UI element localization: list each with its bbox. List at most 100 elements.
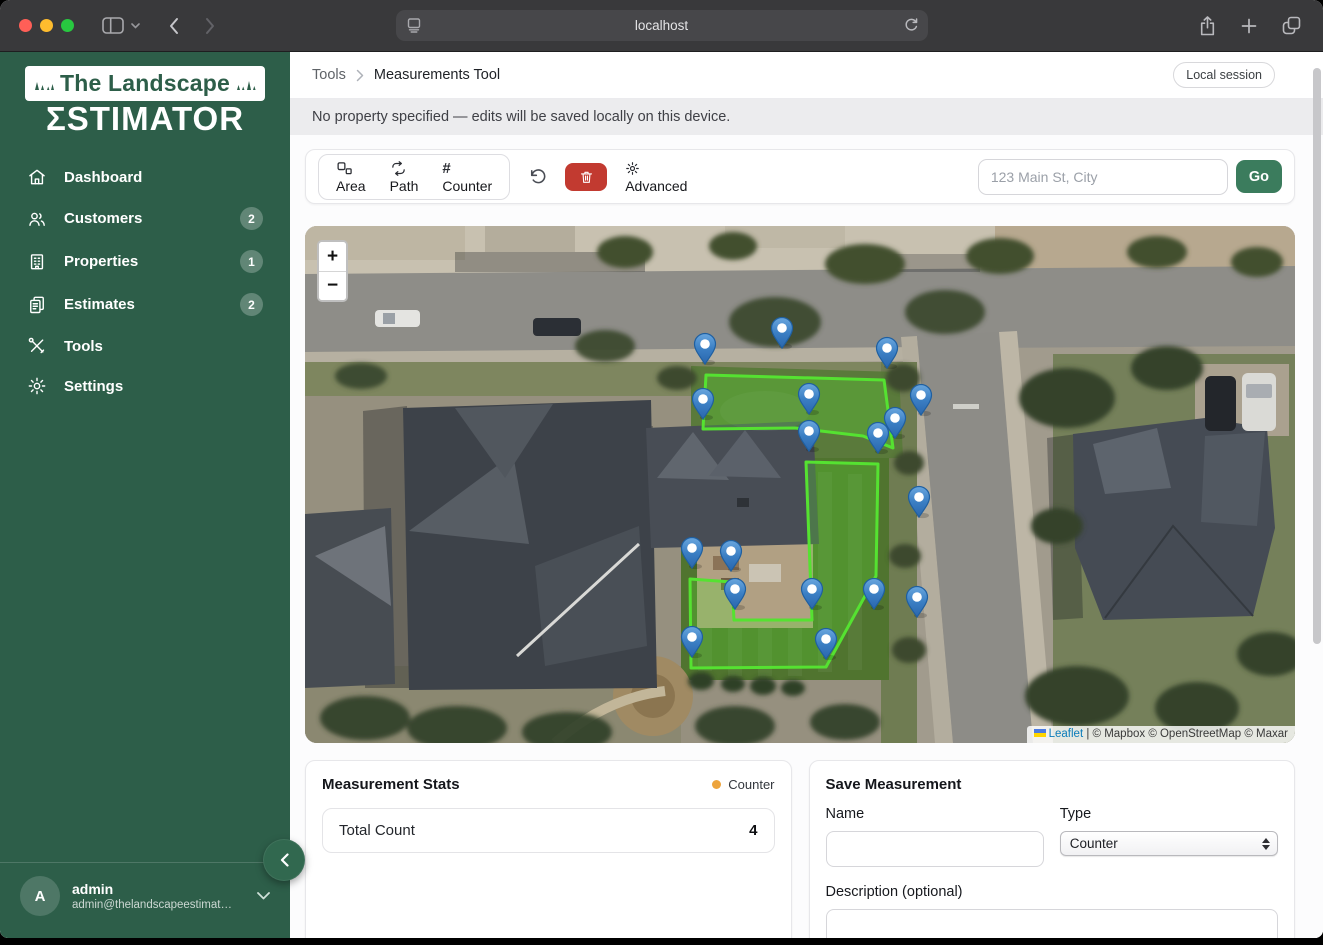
sidebar-item-label: Customers (64, 210, 142, 227)
gear-icon (27, 376, 47, 396)
trash-icon (579, 169, 594, 185)
user-menu[interactable]: A admin admin@thelandscapeestimat… (0, 862, 290, 938)
map-satellite-scene[interactable] (305, 226, 1295, 743)
sidebar-item-dashboard[interactable]: Dashboard (0, 157, 290, 197)
tools-icon (27, 336, 47, 356)
browser-window: localhost The Landscape ΣS (0, 0, 1323, 938)
new-tab-icon[interactable] (1241, 18, 1257, 34)
browser-chrome: localhost (0, 0, 1323, 52)
total-count-row: Total Count 4 (322, 808, 775, 853)
select-stepper-icon (1259, 838, 1273, 850)
logo-line1: The Landscape (60, 70, 230, 97)
advanced-button[interactable]: Advanced (625, 160, 687, 194)
tab-overview-icon[interactable] (1282, 16, 1301, 35)
stat-value: 4 (749, 822, 757, 839)
ukraine-flag-icon (1034, 729, 1046, 737)
measurement-stats-panel: Measurement Stats Counter Total Count 4 (305, 760, 792, 938)
type-label: Type (1060, 806, 1278, 822)
description-field[interactable] (826, 909, 1279, 938)
page-title: Measurements Tool (374, 67, 500, 83)
sidebar-item-label: Dashboard (64, 169, 142, 186)
type-select[interactable]: Counter (1060, 831, 1278, 856)
logo-trees-left-icon (33, 77, 55, 91)
local-save-notice: No property specified — edits will be sa… (290, 99, 1323, 135)
counter-legend-label: Counter (728, 777, 774, 792)
chevron-left-icon (280, 853, 289, 867)
address-search-input[interactable] (978, 159, 1228, 195)
counter-legend: Counter (712, 777, 774, 792)
maximize-window-button[interactable] (61, 19, 74, 32)
save-title: Save Measurement (826, 776, 962, 793)
path-tool-button[interactable]: Path (378, 158, 431, 196)
chevron-right-icon (356, 69, 364, 82)
back-icon[interactable] (168, 17, 179, 35)
stats-title: Measurement Stats (322, 776, 460, 793)
users-icon (27, 209, 47, 229)
share-icon[interactable] (1199, 16, 1216, 36)
undo-button[interactable] (528, 167, 548, 187)
stat-label: Total Count (339, 822, 415, 839)
avatar: A (20, 876, 60, 916)
area-tool-button[interactable]: Area (324, 158, 378, 196)
name-field[interactable] (826, 831, 1044, 867)
undo-icon (528, 167, 548, 187)
page-body: Area Path # Counter (290, 135, 1323, 938)
traffic-lights (19, 19, 82, 32)
tool-mode-group: Area Path # Counter (318, 154, 510, 200)
address-bar[interactable]: localhost (396, 10, 928, 41)
logo-trees-right-icon (235, 77, 257, 91)
sidebar: The Landscape ΣSTIMATOR Dashboard Custom… (0, 52, 290, 938)
hash-icon: # (442, 160, 450, 177)
sidebar-item-properties[interactable]: Properties 1 (0, 240, 290, 283)
shapes-icon (336, 160, 353, 177)
counter-legend-dot (712, 780, 721, 789)
name-label: Name (826, 806, 1044, 822)
vertical-scrollbar[interactable] (1313, 68, 1321, 644)
url-text: localhost (635, 18, 688, 33)
breadcrumb-tools-link[interactable]: Tools (312, 67, 346, 83)
app-logo[interactable]: The Landscape (25, 66, 265, 101)
zoom-out-button[interactable]: − (319, 271, 346, 300)
zoom-in-button[interactable]: + (319, 242, 346, 271)
map-attribution: Leaflet | © Mapbox © OpenStreetMap © Max… (1027, 726, 1295, 743)
counter-tool-button[interactable]: # Counter (430, 158, 504, 196)
type-select-value: Counter (1070, 836, 1118, 851)
attribution-text: | © Mapbox © OpenStreetMap © Maxar (1086, 728, 1288, 740)
sidebar-item-estimates[interactable]: Estimates 2 (0, 283, 290, 326)
reader-icon[interactable] (407, 18, 421, 33)
route-icon (390, 160, 407, 177)
close-window-button[interactable] (19, 19, 32, 32)
minimize-window-button[interactable] (40, 19, 53, 32)
leaflet-link[interactable]: Leaflet (1049, 728, 1084, 740)
tool-label: Path (390, 178, 419, 194)
sidebar-collapse-button[interactable] (263, 839, 305, 881)
sidebar-nav: Dashboard Customers 2 Properties 1 Estim… (0, 157, 290, 406)
sidebar-item-customers[interactable]: Customers 2 (0, 197, 290, 240)
go-button[interactable]: Go (1236, 160, 1282, 193)
customers-count-badge: 2 (240, 207, 263, 230)
map[interactable]: + − Leaflet | © Mapbox © OpenStreetMap ©… (305, 226, 1295, 743)
building-icon (27, 252, 47, 272)
user-name: admin (72, 881, 232, 897)
sidebar-toggle-icon[interactable] (102, 17, 124, 34)
breadcrumb: Tools Measurements Tool Local session (290, 52, 1323, 99)
user-email: admin@thelandscapeestimat… (72, 899, 232, 911)
chevron-down-icon[interactable] (257, 892, 270, 900)
chevron-down-icon[interactable] (131, 23, 140, 29)
advanced-label: Advanced (625, 178, 687, 194)
sidebar-item-label: Tools (64, 338, 103, 355)
description-label: Description (optional) (826, 884, 1279, 900)
save-measurement-panel: Save Measurement Name Type Counter (809, 760, 1296, 938)
delete-button[interactable] (565, 163, 607, 191)
sidebar-item-settings[interactable]: Settings (0, 366, 290, 406)
sidebar-item-tools[interactable]: Tools (0, 326, 290, 366)
sidebar-item-label: Settings (64, 378, 123, 395)
main-content: Tools Measurements Tool Local session No… (290, 52, 1323, 938)
sidebar-item-label: Estimates (64, 296, 135, 313)
tool-label: Area (336, 178, 366, 194)
properties-count-badge: 1 (240, 250, 263, 273)
sidebar-item-label: Properties (64, 253, 138, 270)
forward-icon[interactable] (205, 17, 216, 35)
measurement-toolbar: Area Path # Counter (305, 149, 1295, 204)
reload-icon[interactable] (904, 17, 919, 33)
